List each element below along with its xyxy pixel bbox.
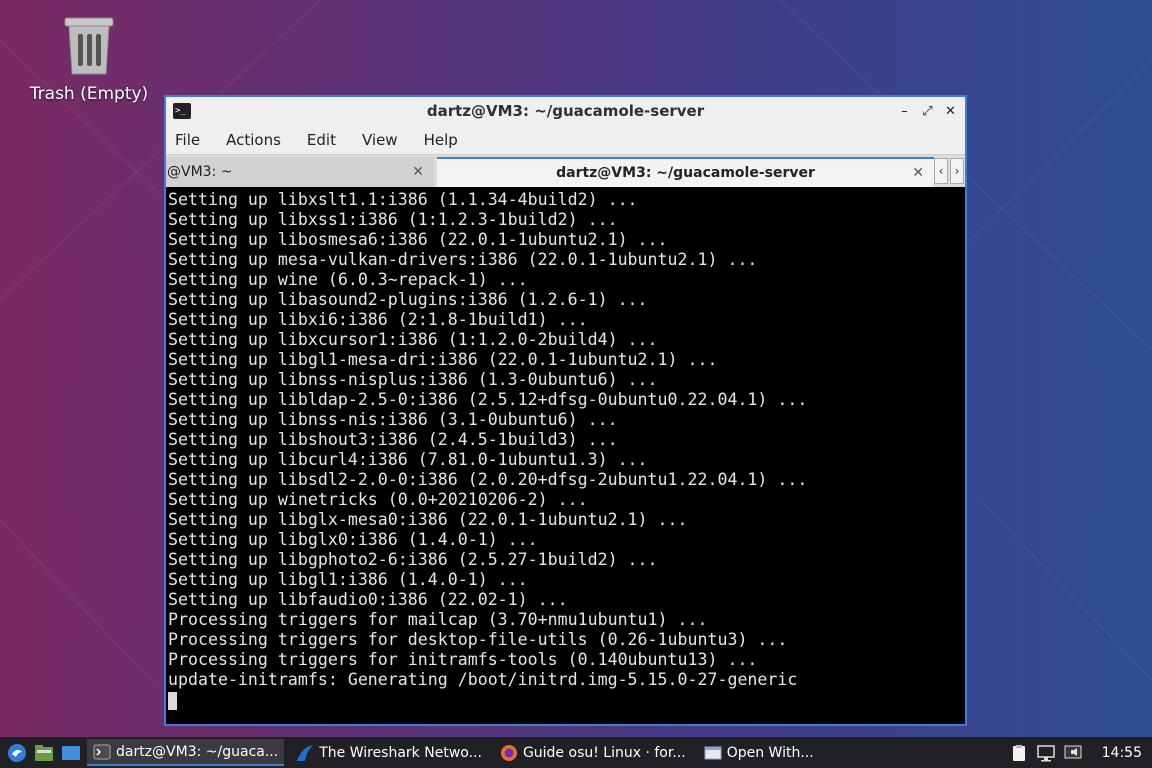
terminal-line: Setting up libshout3:i386 (2.4.5-1build3… (168, 430, 618, 449)
terminal-window[interactable]: >_ dartz@VM3: ~/guacamole-server – ⤢ ✕ F… (164, 95, 967, 726)
task-terminal[interactable]: dartz@VM3: ~/guaca... (87, 739, 285, 766)
terminal-line: Setting up libasound2-plugins:i386 (1.2.… (168, 290, 648, 309)
menu-file[interactable]: File (175, 131, 200, 149)
terminal-line: Setting up libsdl2-2.0-0:i386 (2.0.20+df… (168, 470, 808, 489)
tab-scroll-right-icon[interactable]: › (950, 158, 964, 184)
trash-icon (64, 17, 114, 75)
window-icon (704, 746, 722, 759)
task-terminal-label: dartz@VM3: ~/guaca... (116, 743, 279, 760)
task-wireshark-label: The Wireshark Netwo... (319, 744, 482, 761)
tab-guacamole-server[interactable]: dartz@VM3: ~/guacamole-server ✕ (437, 157, 934, 187)
terminal-line: Processing triggers for mailcap (3.70+nm… (168, 610, 708, 629)
start-menu-icon[interactable] (7, 743, 27, 763)
trash-label: Trash (Empty) (29, 84, 149, 104)
terminal-line: Setting up mesa-vulkan-drivers:i386 (22.… (168, 250, 758, 269)
tab-close-icon[interactable]: ✕ (912, 165, 924, 181)
task-wireshark[interactable]: The Wireshark Netwo... (290, 739, 488, 766)
window-titlebar[interactable]: >_ dartz@VM3: ~/guacamole-server – ⤢ ✕ (166, 97, 965, 125)
menu-bar: File Actions Edit View Help (166, 125, 965, 154)
firefox-icon (500, 744, 517, 761)
tab-home[interactable]: @VM3: ~ ✕ (166, 157, 434, 187)
menu-edit[interactable]: Edit (307, 131, 336, 149)
terminal-line: Setting up libnss-nis:i386 (3.1-0ubuntu6… (168, 410, 618, 429)
terminal-icon (93, 744, 111, 759)
terminal-line: update-initramfs: Generating /boot/initr… (168, 670, 798, 689)
terminal-line: Setting up libnss-nisplus:i386 (1.3-0ubu… (168, 370, 658, 389)
task-firefox-label: Guide osu! Linux · for... (522, 744, 686, 761)
terminal-line: Setting up libosmesa6:i386 (22.0.1-1ubun… (168, 230, 668, 249)
task-open-with-label: Open With... (726, 744, 814, 761)
tab-scroll-left-icon[interactable]: ‹ (934, 158, 948, 184)
tab-guacamole-label: dartz@VM3: ~/guacamole-server (556, 165, 815, 181)
terminal-line: Setting up libxss1:i386 (1:1.2.3-1build2… (168, 210, 618, 229)
close-button[interactable]: ✕ (944, 104, 957, 119)
terminal-line: Setting up libgl1-mesa-dri:i386 (22.0.1-… (168, 350, 718, 369)
terminal-output[interactable]: Setting up libxslt1.1:i386 (1.1.34-4buil… (166, 187, 965, 724)
system-tray: 14:55 (1010, 744, 1142, 762)
maximize-button[interactable]: ⤢ (921, 104, 934, 119)
terminal-line: Setting up winetricks (0.0+20210206-2) .… (168, 490, 588, 509)
volume-monitor-icon[interactable] (1064, 744, 1084, 762)
terminal-line: Setting up libgl1:i386 (1.4.0-1) ... (168, 570, 528, 589)
menu-actions[interactable]: Actions (226, 131, 281, 149)
task-open-with[interactable]: Open With... (698, 739, 820, 766)
terminal-line: Processing triggers for desktop-file-uti… (168, 630, 788, 649)
clock[interactable]: 14:55 (1102, 745, 1142, 761)
minimize-button[interactable]: – (898, 104, 911, 119)
clipboard-icon[interactable] (1010, 744, 1028, 762)
terminal-line: Setting up libgphoto2-6:i386 (2.5.27-1bu… (168, 550, 658, 569)
terminal-line: Setting up libglx0:i386 (1.4.0-1) ... (168, 530, 538, 549)
terminal-line: Processing triggers for initramfs-tools … (168, 650, 758, 669)
menu-help[interactable]: Help (424, 131, 458, 149)
terminal-line: Setting up libfaudio0:i386 (22.02-1) ... (168, 590, 568, 609)
menu-view[interactable]: View (362, 131, 398, 149)
file-manager-icon[interactable] (34, 743, 54, 763)
tab-close-icon[interactable]: ✕ (412, 164, 424, 180)
terminal-cursor (168, 691, 177, 710)
window-title: dartz@VM3: ~/guacamole-server (426, 102, 705, 120)
terminal-line: Setting up wine (6.0.3~repack-1) ... (168, 270, 528, 289)
tab-home-label: @VM3: ~ (167, 164, 233, 180)
network-icon[interactable] (1036, 744, 1056, 762)
task-firefox[interactable]: Guide osu! Linux · for... (494, 739, 692, 766)
terminal-line: Setting up libglx-mesa0:i386 (22.0.1-1ub… (168, 510, 688, 529)
desktop-trash[interactable]: Trash (Empty) (22, 14, 156, 104)
terminal-line: Setting up libcurl4:i386 (7.81.0-1ubuntu… (168, 450, 648, 469)
terminal-line: Setting up libxslt1.1:i386 (1.1.34-4buil… (168, 190, 638, 209)
terminal-line: Setting up libxi6:i386 (2:1.8-1build1) .… (168, 310, 588, 329)
terminal-line: Setting up libldap-2.5-0:i386 (2.5.12+df… (168, 390, 808, 409)
taskbar: dartz@VM3: ~/guaca... The Wireshark Netw… (0, 737, 1152, 768)
show-desktop-icon[interactable] (61, 743, 81, 763)
terminal-line: Setting up libxcursor1:i386 (1:1.2.0-2bu… (168, 330, 658, 349)
terminal-app-icon: >_ (173, 103, 191, 119)
wireshark-icon (297, 744, 314, 761)
tab-bar: @VM3: ~ ✕ dartz@VM3: ~/guacamole-server … (166, 154, 965, 187)
